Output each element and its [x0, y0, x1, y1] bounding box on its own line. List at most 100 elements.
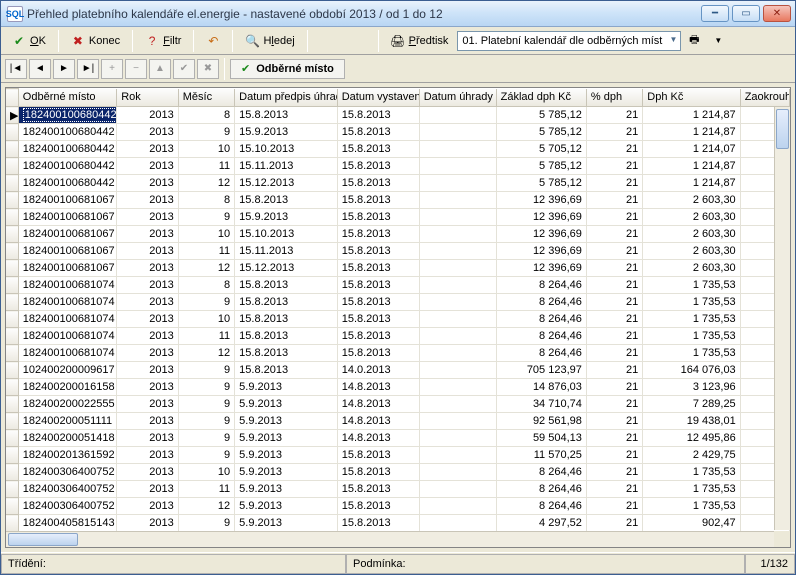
cell[interactable]: 1 214,87: [643, 175, 740, 192]
table-row[interactable]: 18240010068107420131215.8.201315.8.20138…: [6, 345, 790, 362]
cell[interactable]: 10: [178, 141, 234, 158]
cell[interactable]: 12: [178, 260, 234, 277]
cell[interactable]: [419, 396, 496, 413]
cell[interactable]: 14.8.2013: [337, 379, 419, 396]
cell[interactable]: 1 735,53: [643, 328, 740, 345]
cell[interactable]: 21: [586, 430, 642, 447]
cell[interactable]: 11: [178, 243, 234, 260]
cell[interactable]: 15.8.2013: [337, 260, 419, 277]
nav-del[interactable]: −: [125, 59, 147, 79]
cell[interactable]: 1 735,53: [643, 481, 740, 498]
cell[interactable]: 21: [586, 515, 642, 532]
cell[interactable]: [419, 192, 496, 209]
cell[interactable]: 2013: [117, 158, 179, 175]
cell[interactable]: 182400200051418: [18, 430, 116, 447]
cell[interactable]: 1 214,07: [643, 141, 740, 158]
cell[interactable]: [419, 464, 496, 481]
cell[interactable]: 2013: [117, 260, 179, 277]
cell[interactable]: 34 710,74: [496, 396, 586, 413]
cell[interactable]: 15.8.2013: [337, 124, 419, 141]
cell[interactable]: 5 785,12: [496, 124, 586, 141]
cell[interactable]: 5 785,12: [496, 158, 586, 175]
nav-cancel[interactable]: ✖: [197, 59, 219, 79]
cell[interactable]: 5.9.2013: [235, 498, 338, 515]
report-combo[interactable]: 01. Platební kalendář dle odběrných míst: [457, 31, 681, 51]
cell[interactable]: 2013: [117, 362, 179, 379]
cell[interactable]: 21: [586, 413, 642, 430]
cell[interactable]: [419, 243, 496, 260]
cell[interactable]: 15.8.2013: [337, 311, 419, 328]
cell[interactable]: 9: [178, 209, 234, 226]
cell[interactable]: 21: [586, 362, 642, 379]
cell[interactable]: [419, 362, 496, 379]
hledej-button[interactable]: 🔍 Hledej: [238, 30, 301, 52]
close-button[interactable]: ✕: [763, 5, 791, 22]
cell[interactable]: 12: [178, 345, 234, 362]
cell[interactable]: 21: [586, 158, 642, 175]
table-row[interactable]: 1824003064007522013125.9.201315.8.20138 …: [6, 498, 790, 515]
column-header[interactable]: Datum vystavení: [337, 89, 419, 107]
table-row[interactable]: 18240010068044220131015.10.201315.8.2013…: [6, 141, 790, 158]
table-row[interactable]: 1824001006810742013915.8.201315.8.20138 …: [6, 294, 790, 311]
cell[interactable]: [419, 107, 496, 124]
cell[interactable]: 15.8.2013: [235, 107, 338, 124]
nav-next[interactable]: ►: [53, 59, 75, 79]
cell[interactable]: 21: [586, 447, 642, 464]
table-row[interactable]: 1824003064007522013105.9.201315.8.20138 …: [6, 464, 790, 481]
cell[interactable]: 92 561,98: [496, 413, 586, 430]
cell[interactable]: 5.9.2013: [235, 430, 338, 447]
cell[interactable]: 182400201361592: [18, 447, 116, 464]
cell[interactable]: 15.8.2013: [337, 498, 419, 515]
cell[interactable]: 2013: [117, 481, 179, 498]
table-row[interactable]: 1824003064007522013115.9.201315.8.20138 …: [6, 481, 790, 498]
cell[interactable]: 21: [586, 379, 642, 396]
cell[interactable]: 10: [178, 226, 234, 243]
cell[interactable]: 1 735,53: [643, 294, 740, 311]
cell[interactable]: 9: [178, 124, 234, 141]
column-header[interactable]: Odběrné místo: [18, 89, 116, 107]
cell[interactable]: 21: [586, 481, 642, 498]
cell[interactable]: 2013: [117, 124, 179, 141]
table-row[interactable]: 182400200016158201395.9.201314.8.201314 …: [6, 379, 790, 396]
cell[interactable]: 2013: [117, 413, 179, 430]
cell[interactable]: 21: [586, 141, 642, 158]
maximize-button[interactable]: ▭: [732, 5, 760, 22]
cell[interactable]: 102400200009617: [18, 362, 116, 379]
cell[interactable]: 5.9.2013: [235, 515, 338, 532]
cell[interactable]: 21: [586, 226, 642, 243]
cell[interactable]: 164 076,03: [643, 362, 740, 379]
cell[interactable]: 5.9.2013: [235, 464, 338, 481]
cell[interactable]: 1 214,87: [643, 107, 740, 124]
cell[interactable]: 21: [586, 175, 642, 192]
cell[interactable]: 182400200022555: [18, 396, 116, 413]
table-row[interactable]: 1824001006810672013915.9.201315.8.201312…: [6, 209, 790, 226]
cell[interactable]: 2013: [117, 277, 179, 294]
cell[interactable]: 15.8.2013: [235, 294, 338, 311]
cell[interactable]: 12: [178, 498, 234, 515]
cell[interactable]: 15.8.2013: [235, 362, 338, 379]
cell[interactable]: 9: [178, 396, 234, 413]
cell[interactable]: 21: [586, 464, 642, 481]
cell[interactable]: [419, 294, 496, 311]
cell[interactable]: 10: [178, 464, 234, 481]
cell[interactable]: 182400200051111: [18, 413, 116, 430]
undo-button[interactable]: ↶: [199, 30, 227, 52]
cell[interactable]: 1 735,53: [643, 498, 740, 515]
cell[interactable]: 8: [178, 192, 234, 209]
cell[interactable]: [419, 124, 496, 141]
cell[interactable]: 5 785,12: [496, 175, 586, 192]
table-row[interactable]: 182400200022555201395.9.201314.8.201334 …: [6, 396, 790, 413]
cell[interactable]: 15.8.2013: [337, 243, 419, 260]
table-row[interactable]: 18240010068107420131015.8.201315.8.20138…: [6, 311, 790, 328]
cell[interactable]: [419, 498, 496, 515]
cell[interactable]: 2013: [117, 515, 179, 532]
cell[interactable]: 15.12.2013: [235, 175, 338, 192]
cell[interactable]: 21: [586, 192, 642, 209]
cell[interactable]: [419, 328, 496, 345]
table-row[interactable]: 18240010068044220131115.11.201315.8.2013…: [6, 158, 790, 175]
cell[interactable]: 21: [586, 294, 642, 311]
cell[interactable]: [419, 277, 496, 294]
cell[interactable]: 15.8.2013: [337, 175, 419, 192]
cell[interactable]: 1 214,87: [643, 124, 740, 141]
cell[interactable]: 182400100680442: [18, 124, 116, 141]
